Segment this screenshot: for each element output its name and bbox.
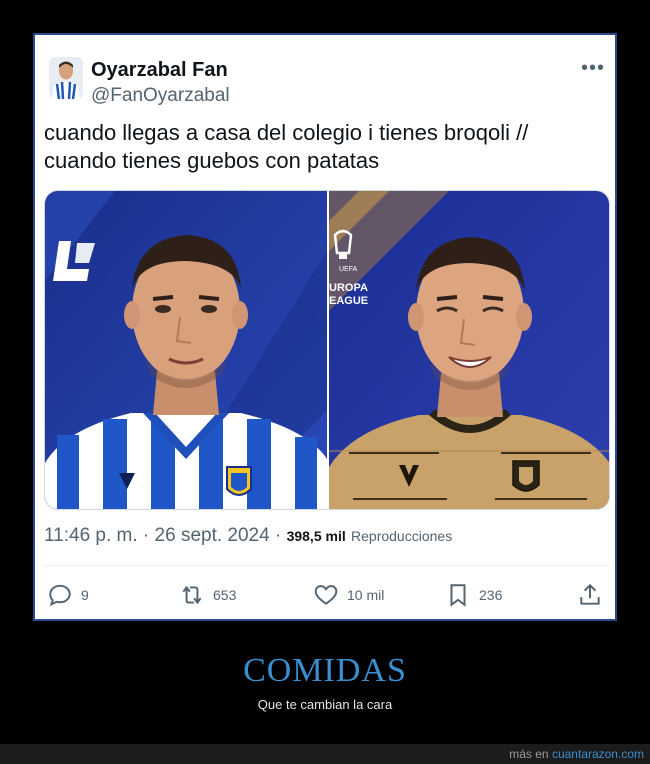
tweet-media[interactable]: UEFA UROPA EAGUE [44, 190, 610, 510]
tweet-text-line: cuando tienes guebos con patatas [44, 148, 380, 173]
source-bar: más en cuantarazon.com [0, 744, 650, 764]
display-name[interactable]: Oyarzabal Fan [91, 59, 228, 82]
avatar[interactable] [49, 57, 83, 99]
europa-logo-text: EAGUE [329, 295, 368, 307]
share-button[interactable] [577, 575, 611, 615]
share-icon [580, 583, 600, 605]
tweet-text-line: cuando llegas a casa del colegio i tiene… [44, 120, 529, 145]
reply-button[interactable]: 9 [47, 575, 89, 615]
category-caption: Que te cambian la cara [257, 697, 393, 712]
media-image-left[interactable] [45, 191, 327, 509]
heart-icon [314, 585, 338, 605]
tweet-meta: 11:46 p. m. · 26 sept. 2024 · 398,5 mil … [44, 525, 452, 547]
more-options-icon[interactable]: ••• [581, 57, 605, 80]
category-title[interactable]: COMIDAS [0, 652, 650, 690]
club-crest-icon [512, 460, 540, 492]
bookmark-button[interactable]: 236 [445, 575, 502, 615]
europa-logo-text: UROPA [329, 282, 368, 294]
club-crest-icon [226, 466, 252, 496]
media-image-right[interactable]: UEFA UROPA EAGUE [329, 191, 609, 509]
tweet-card: Oyarzabal Fan @FanOyarzabal ••• cuando l… [33, 33, 617, 621]
source-link[interactable]: cuantarazon.com [552, 747, 644, 761]
source-prefix: más en [509, 747, 552, 761]
retweet-button[interactable]: 653 [179, 575, 236, 615]
retweet-count: 653 [213, 587, 237, 603]
bookmark-count: 236 [479, 587, 503, 603]
tweet-header: Oyarzabal Fan @FanOyarzabal ••• [35, 35, 615, 115]
tweet-actions: 9 653 10 mil 236 [35, 575, 615, 615]
reply-count: 9 [81, 587, 89, 603]
tweet-timestamp[interactable]: 11:46 p. m. · 26 sept. 2024 · [44, 525, 287, 546]
bookmark-icon [450, 584, 466, 607]
europa-logo-text: UEFA [339, 266, 358, 273]
divider [44, 565, 610, 566]
tweet-text: cuando llegas a casa del colegio i tiene… [44, 119, 604, 175]
like-button[interactable]: 10 mil [313, 575, 384, 615]
like-count: 10 mil [347, 587, 385, 603]
views-count: 398,5 mil [286, 528, 346, 544]
reply-icon [49, 584, 71, 606]
retweet-icon [182, 585, 202, 605]
user-handle[interactable]: @FanOyarzabal [91, 85, 230, 107]
views-label: Reproducciones [351, 528, 453, 544]
